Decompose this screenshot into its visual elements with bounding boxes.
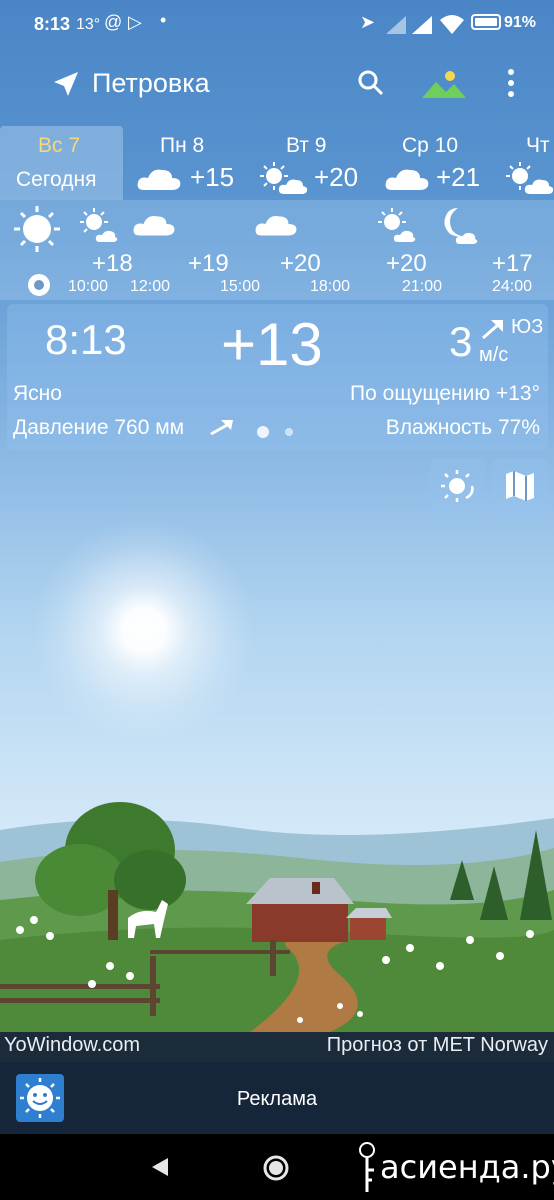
- overflow-menu-icon[interactable]: [506, 68, 516, 98]
- sun-radar-icon: [441, 470, 474, 502]
- day-tab[interactable]: Ср 10 +21: [378, 126, 502, 200]
- day-tab[interactable]: Чт: [504, 126, 554, 200]
- top-bar: Петровка: [0, 58, 554, 114]
- hour-time: 21:00: [402, 278, 443, 295]
- day-name: Ср 10: [402, 134, 459, 157]
- watermark-key-icon: [359, 1142, 375, 1192]
- search-icon[interactable]: [356, 68, 386, 98]
- day-tab[interactable]: Пн 8 +15: [124, 126, 244, 200]
- hour-temp: +20: [280, 250, 321, 277]
- map-icon: [506, 471, 534, 501]
- cloud-icon: [255, 216, 297, 236]
- page-dot-active: [257, 426, 269, 438]
- ad-bar[interactable]: Реклама: [0, 1062, 554, 1134]
- daily-forecast-strip: Вс 7 Сегодня Пн 8 +15 Вт 9 +20 Ср 10 +21…: [0, 126, 554, 200]
- pressure: Давление 760 мм: [13, 416, 185, 439]
- sun-icon: [14, 206, 60, 252]
- hour-temp: +17: [492, 250, 533, 277]
- map-button[interactable]: [492, 458, 548, 514]
- signal-icon: [412, 16, 432, 34]
- status-temp: 13°: [76, 16, 101, 33]
- current-time: 8:13: [45, 316, 127, 363]
- location-icon: ➤: [360, 12, 376, 32]
- at-icon: @: [104, 12, 123, 32]
- current-weather-panel[interactable]: 8:13 +13 3 ЮЗ м/с Ясно По ощущению +13° …: [7, 304, 548, 450]
- partly-cloudy-icon: [506, 162, 554, 194]
- day-temp: +15: [190, 162, 235, 192]
- page-dot: [285, 428, 293, 436]
- cloud-icon: [385, 169, 429, 190]
- cloud-icon: [137, 169, 181, 190]
- wind-speed: 3: [449, 318, 473, 365]
- back-icon[interactable]: [150, 1156, 170, 1178]
- status-time: 8:13: [34, 14, 71, 34]
- day-name: Вс 7: [38, 134, 81, 157]
- hour-time: 12:00: [130, 278, 171, 295]
- wind-direction-arrow-icon: [482, 320, 503, 340]
- forecast-source[interactable]: Прогноз от MET Norway: [327, 1034, 548, 1057]
- credits-bar: YoWindow.com Прогноз от MET Norway: [0, 1032, 554, 1062]
- weather-radar-button[interactable]: [430, 458, 486, 514]
- day-temp: +21: [436, 162, 481, 192]
- battery-icon: [471, 14, 501, 30]
- watermark-text: асиенда.ру: [380, 1148, 554, 1186]
- landscape-icon[interactable]: [422, 68, 466, 102]
- partly-sunny-icon: [80, 208, 118, 242]
- hour-temp: +19: [188, 250, 229, 277]
- dot-icon: •: [160, 10, 167, 30]
- humidity: Влажность 77%: [385, 416, 540, 439]
- cloud-icon: [133, 216, 175, 236]
- current-condition: Ясно: [13, 382, 62, 405]
- current-temp: +13: [221, 311, 323, 378]
- battery-percent: 91%: [503, 14, 536, 31]
- ad-label: Реклама: [236, 1088, 318, 1110]
- hour-time: 15:00: [220, 278, 261, 295]
- day-subtitle: Сегодня: [16, 168, 97, 191]
- day-tab[interactable]: Вт 9 +20: [250, 126, 374, 200]
- day-temp: +20: [314, 162, 359, 192]
- day-name: Вт 9: [286, 134, 327, 157]
- landscape-illustration: [0, 802, 554, 1032]
- partly-sunny-icon: [378, 208, 416, 242]
- moon-cloud-icon: [444, 208, 478, 244]
- location-arrow-icon[interactable]: [52, 70, 80, 98]
- sun-glow: [34, 520, 254, 740]
- hour-time: 10:00: [68, 278, 109, 295]
- status-bar: 8:13 13° @ ▷ • ➤ 91%: [0, 0, 554, 52]
- wind-direction: ЮЗ: [511, 316, 544, 338]
- feels-like: По ощущению +13°: [350, 382, 540, 405]
- wifi-icon: [440, 15, 464, 34]
- play-store-icon: ▷: [128, 12, 142, 32]
- navigation-bar: асиенда.ру: [0, 1134, 554, 1200]
- hour-time: 18:00: [310, 278, 351, 295]
- pressure-trend-arrow-icon: [210, 420, 233, 436]
- yowindow-link[interactable]: YoWindow.com: [4, 1034, 140, 1057]
- current-time-marker: [28, 274, 50, 296]
- wind-unit: м/с: [479, 344, 509, 366]
- city-name[interactable]: Петровка: [92, 68, 210, 99]
- day-name: Пн 8: [160, 134, 205, 157]
- signal-icon: [386, 16, 406, 34]
- hourly-forecast-strip[interactable]: +18 10:00 +19 12:00 +20 15:00 +20 18:00 …: [0, 200, 554, 300]
- day-tab-today[interactable]: Вс 7 Сегодня: [0, 126, 123, 200]
- hour-temp: +18: [92, 250, 133, 277]
- hour-temp: +20: [386, 250, 427, 277]
- home-icon[interactable]: [262, 1154, 290, 1182]
- day-name: Чт: [526, 134, 550, 157]
- hour-time: 24:00: [492, 278, 533, 295]
- partly-cloudy-icon: [260, 162, 308, 194]
